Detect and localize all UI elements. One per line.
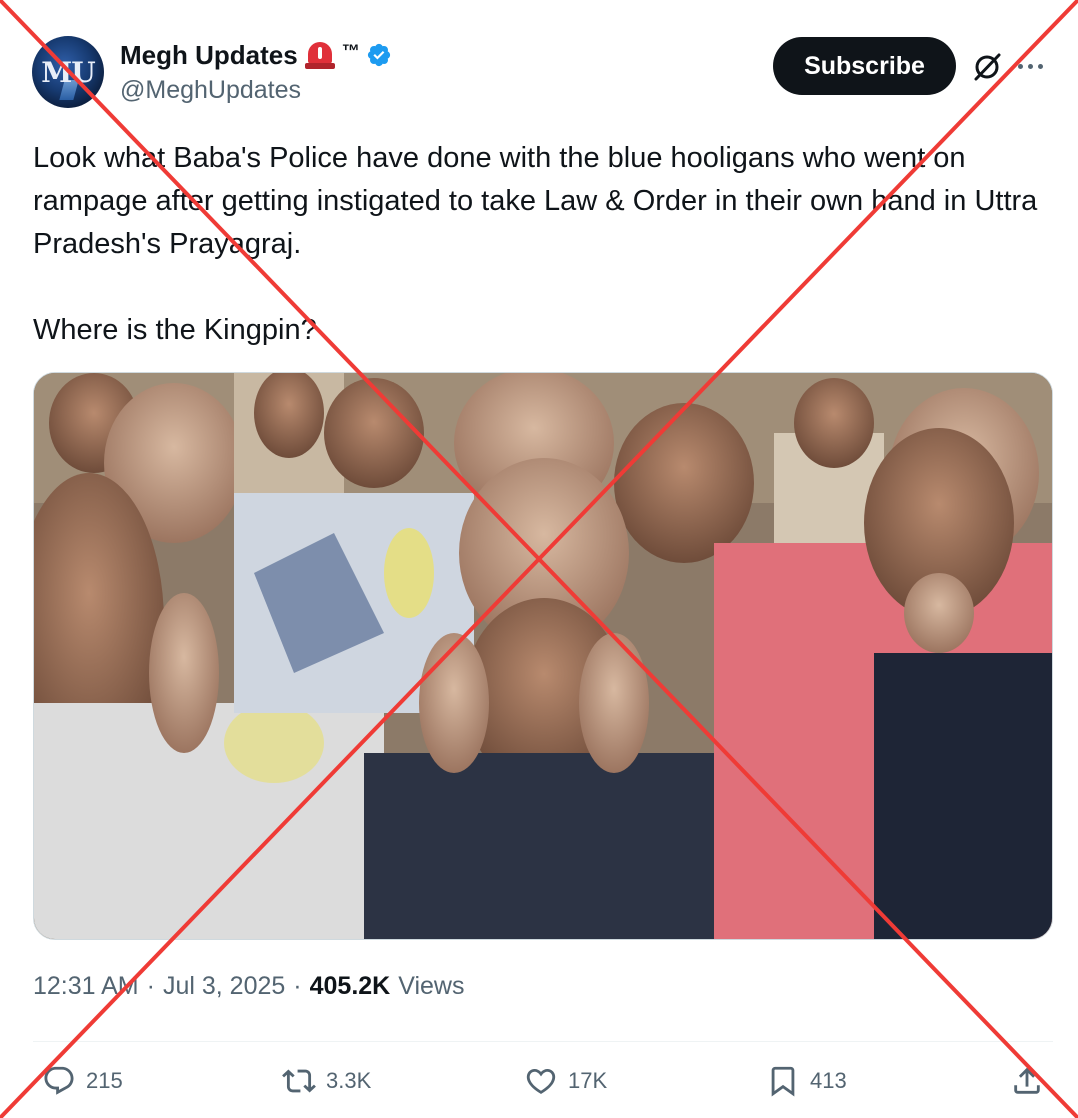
- display-name[interactable]: Megh Updates: [120, 40, 298, 71]
- reply-icon: [44, 1066, 74, 1095]
- tweet-text-paragraph-2: Where is the Kingpin?: [33, 314, 317, 346]
- tweet-text-paragraph-1: Look what Baba's Police have done with t…: [33, 142, 1046, 260]
- subscribe-button[interactable]: Subscribe: [773, 37, 956, 95]
- reply-button[interactable]: 215: [42, 1064, 123, 1098]
- grok-icon[interactable]: [970, 50, 1004, 84]
- views-count: 405.2K: [309, 972, 391, 1000]
- meta-separator: ·: [146, 972, 155, 1000]
- tweet-card: MU Megh Updates ™ @MeghUpdates Subscribe…: [0, 0, 1078, 1118]
- heart-icon: [526, 1068, 556, 1094]
- tweet-time[interactable]: 12:31 AM: [33, 972, 139, 1001]
- repost-icon: [282, 1069, 316, 1093]
- reply-count: 215: [86, 1068, 123, 1093]
- video-frame-image: [34, 373, 1052, 939]
- more-options-icon[interactable]: [1018, 56, 1052, 76]
- like-button[interactable]: 17K: [524, 1064, 607, 1098]
- like-count: 17K: [568, 1068, 608, 1093]
- meta-separator-2: ·: [293, 972, 302, 1000]
- trademark-symbol: ™: [341, 40, 360, 61]
- tweet-date[interactable]: Jul 3, 2025: [163, 972, 285, 1001]
- tweet-video-media[interactable]: [33, 372, 1053, 940]
- share-icon: [1014, 1067, 1040, 1094]
- repost-button[interactable]: 3.3K: [282, 1064, 371, 1098]
- views-label: Views: [398, 972, 465, 1000]
- avatar-text: MU: [41, 56, 95, 89]
- repost-count: 3.3K: [326, 1068, 372, 1093]
- bookmark-icon: [771, 1066, 795, 1097]
- divider: [33, 1041, 1053, 1042]
- tweet-meta: 12:31 AM · Jul 3, 2025 · 405.2K Views: [33, 972, 465, 1001]
- author-handle[interactable]: @MeghUpdates: [120, 76, 301, 105]
- tweet-text: Look what Baba's Police have done with t…: [33, 137, 1053, 352]
- bookmark-button[interactable]: 413: [766, 1064, 847, 1098]
- author-name-row[interactable]: Megh Updates ™: [120, 38, 392, 72]
- verified-badge-icon[interactable]: [366, 42, 392, 68]
- siren-emoji-icon: [304, 40, 336, 70]
- share-button[interactable]: [1010, 1064, 1044, 1098]
- avatar[interactable]: MU: [32, 36, 104, 108]
- bookmark-count: 413: [810, 1068, 847, 1093]
